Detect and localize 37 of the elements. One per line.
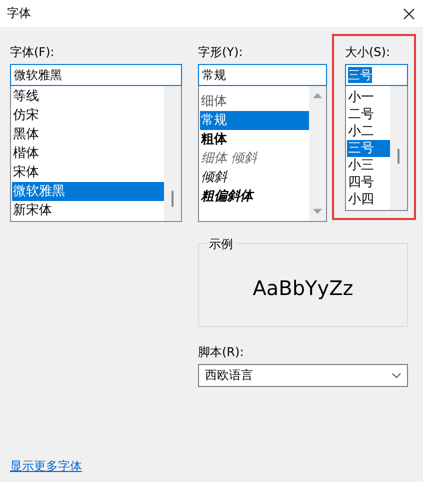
scrollbar[interactable] [164, 86, 181, 221]
font-item[interactable]: 新宋体 [12, 201, 164, 220]
font-item[interactable]: 楷体 [12, 144, 164, 163]
close-icon[interactable] [403, 8, 415, 20]
font-item[interactable]: 宋体 [12, 163, 164, 182]
more-fonts-link[interactable]: 显示更多字体 [10, 458, 82, 475]
style-label: 字形(Y): [198, 44, 244, 60]
style-item[interactable]: 细体 [200, 92, 309, 111]
script-label: 脚本(R): [198, 344, 245, 360]
size-item[interactable]: 二号 [347, 106, 390, 123]
scrollbar[interactable] [390, 86, 407, 210]
chevron-down-icon [392, 373, 401, 378]
size-input[interactable]: 三号 [345, 64, 408, 86]
size-item[interactable]: 四号 [347, 174, 390, 191]
style-item[interactable]: 粗偏斜体 [200, 187, 309, 206]
script-dropdown[interactable]: 西欧语言 [198, 364, 408, 387]
size-item[interactable]: 三号 [347, 140, 390, 157]
font-item[interactable]: 等线 [12, 87, 164, 106]
font-item[interactable]: 仿宋 [12, 106, 164, 125]
font-item[interactable]: 黑体 [12, 125, 164, 144]
scrollbar[interactable] [309, 86, 326, 221]
style-input[interactable]: 常规 [198, 64, 327, 86]
size-item[interactable]: 小三 [347, 157, 390, 174]
style-item[interactable]: 倾斜 [200, 168, 309, 187]
size-item[interactable]: 小一 [347, 89, 390, 106]
style-item[interactable]: 常规 [200, 111, 309, 130]
style-item[interactable]: 粗体 [200, 130, 309, 149]
sample-legend: 示例 [207, 236, 235, 253]
font-item[interactable]: 微软雅黑 [12, 182, 164, 201]
size-label: 大小(S): [345, 44, 392, 60]
window-title: 字体 [7, 5, 31, 22]
size-item[interactable]: 小二 [347, 123, 390, 140]
sample-text: AaBbYyZz [252, 276, 354, 300]
style-item[interactable]: 细体 倾斜 [200, 149, 309, 168]
size-item[interactable]: 小四 [347, 191, 390, 208]
font-label: 字体(F): [10, 44, 56, 60]
font-input[interactable]: 微软雅黑 [10, 64, 182, 86]
